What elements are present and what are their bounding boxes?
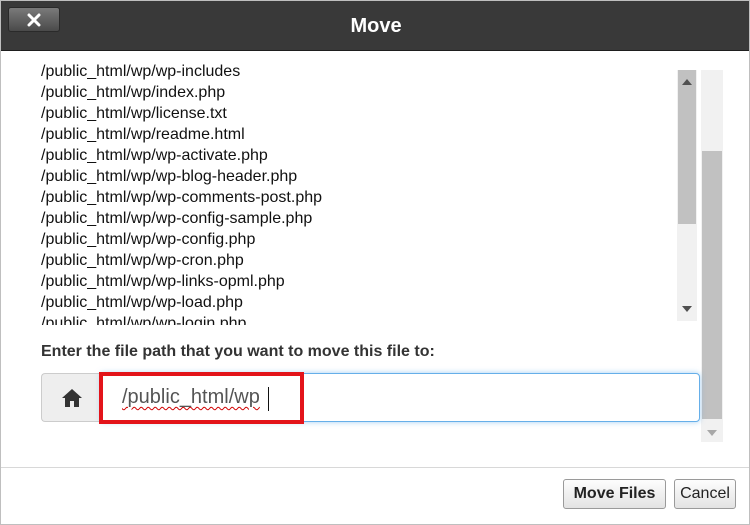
dialog-scrollbar[interactable]: [701, 70, 723, 442]
file-list-viewport: /public_html/wp/wp-includes /public_html…: [41, 63, 671, 325]
list-item: /public_html/wp/wp-includes: [41, 63, 241, 80]
dialog-scroll-down-arrow-icon[interactable]: [707, 430, 717, 436]
title-bar: Move: [1, 1, 749, 51]
file-list-scrollbar-thumb[interactable]: [678, 70, 696, 224]
list-item: /public_html/wp/index.php: [41, 84, 226, 101]
destination-prompt: Enter the file path that you want to mov…: [41, 343, 435, 360]
close-button[interactable]: [8, 7, 60, 32]
list-item: /public_html/wp/readme.html: [41, 126, 245, 143]
scroll-down-arrow-icon[interactable]: [682, 306, 692, 312]
list-item: /public_html/wp/wp-load.php: [41, 294, 243, 311]
list-item: /public_html/wp/wp-cron.php: [41, 252, 244, 269]
home-icon: [62, 389, 82, 407]
scroll-up-arrow-icon[interactable]: [682, 79, 692, 85]
list-item: /public_html/wp/wp-config-sample.php: [41, 210, 313, 227]
highlight-box: [99, 372, 304, 424]
list-item: /public_html/wp/wp-login.php: [41, 315, 247, 325]
dialog-title: Move: [350, 15, 402, 37]
home-addon: [41, 373, 101, 422]
file-list-scrollbar[interactable]: [677, 70, 697, 321]
file-list: /public_html/wp/wp-includes /public_html…: [41, 63, 322, 325]
list-item: /public_html/wp/wp-links-opml.php: [41, 273, 285, 290]
move-dialog: Move /public_html/wp/wp-includes /public…: [0, 0, 750, 525]
move-files-button[interactable]: Move Files: [563, 479, 666, 509]
list-item: /public_html/wp/wp-activate.php: [41, 147, 268, 164]
list-item: /public_html/wp/wp-blog-header.php: [41, 168, 298, 185]
cancel-button[interactable]: Cancel: [674, 479, 736, 509]
list-item: /public_html/wp/wp-config.php: [41, 231, 256, 248]
list-item: /public_html/wp/license.txt: [41, 105, 227, 122]
dialog-scrollbar-thumb[interactable]: [702, 151, 722, 419]
close-icon: [27, 13, 41, 27]
list-item: /public_html/wp/wp-comments-post.php: [41, 189, 323, 206]
